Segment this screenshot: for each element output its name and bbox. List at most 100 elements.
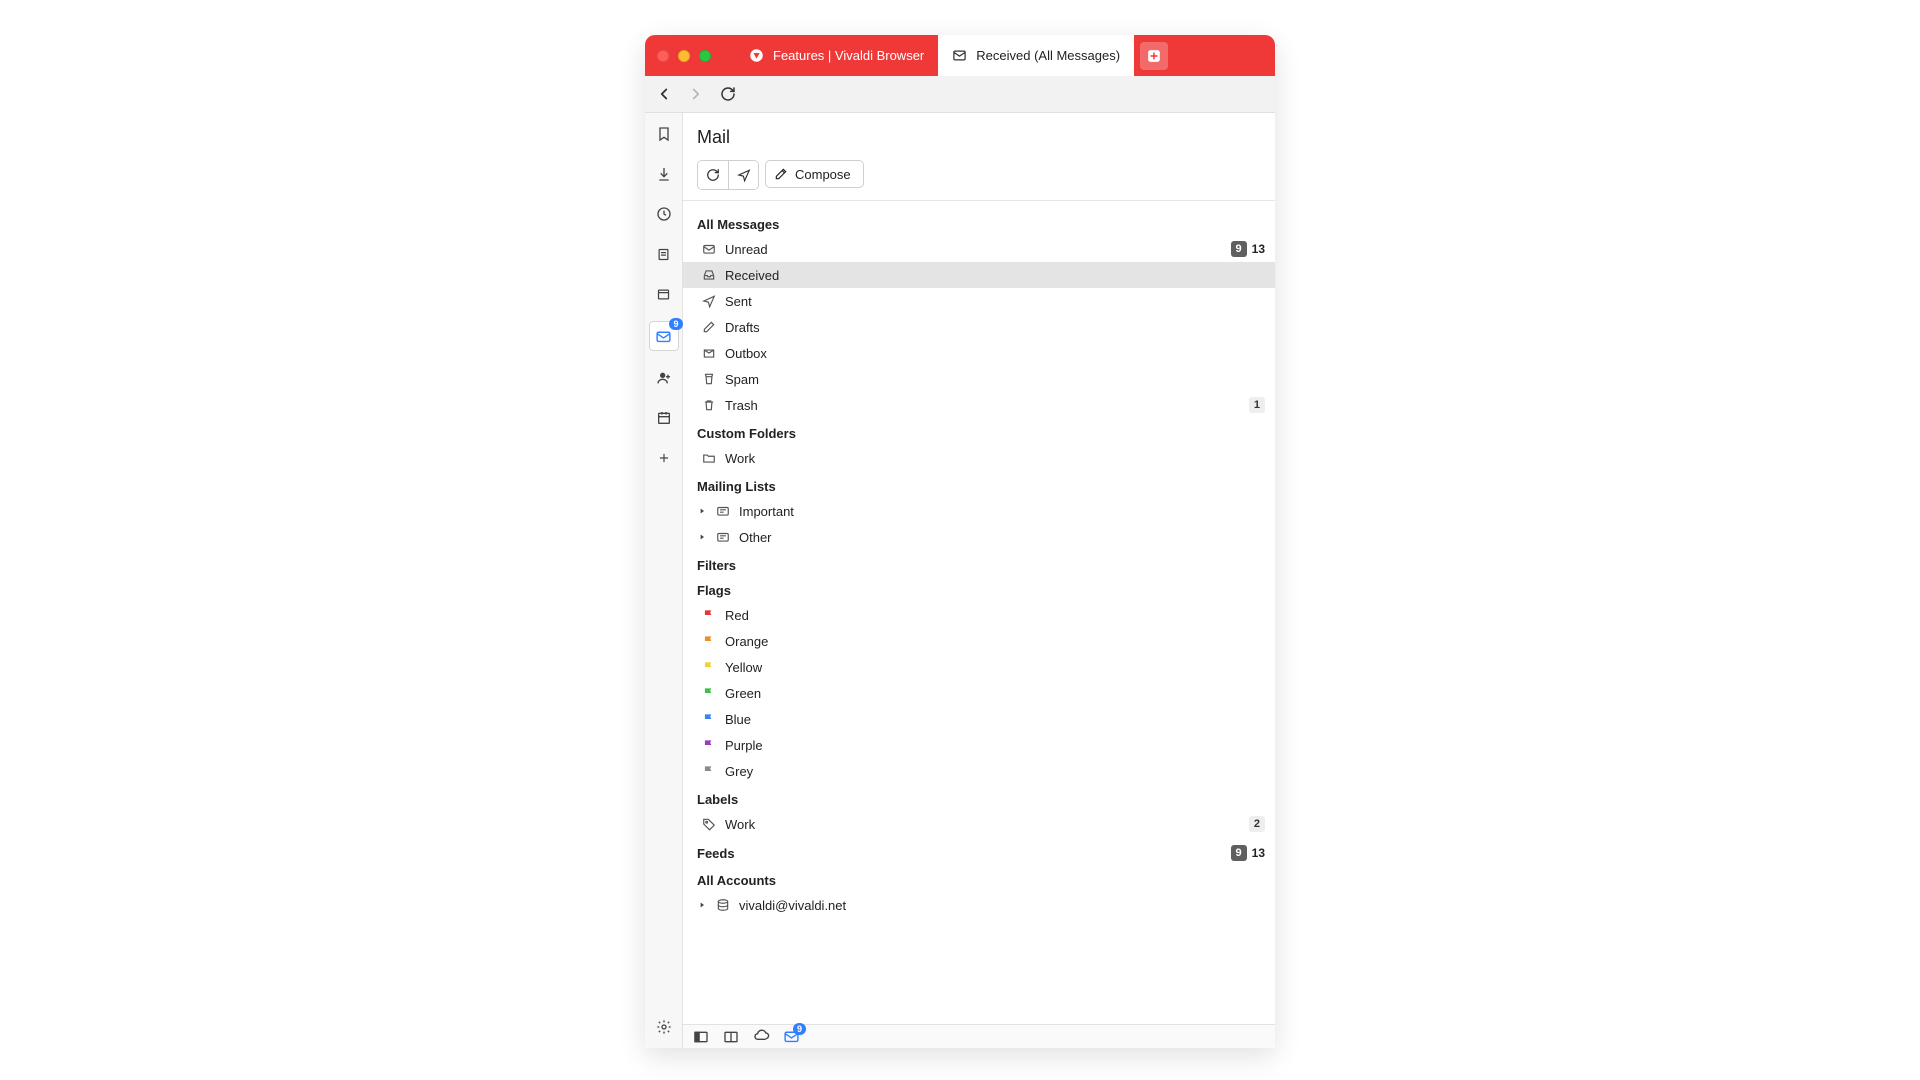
folder-unread[interactable]: Unread 9 13 — [683, 236, 1275, 262]
back-button[interactable] — [653, 83, 675, 105]
folder-label: Outbox — [725, 346, 1265, 361]
history-panel-button[interactable] — [651, 201, 677, 227]
flag-label: Grey — [725, 764, 1265, 779]
flag-label: Orange — [725, 634, 1265, 649]
folder-received[interactable]: Received — [683, 262, 1275, 288]
contacts-panel-button[interactable] — [651, 365, 677, 391]
section-feeds[interactable]: Feeds 9 13 — [683, 837, 1275, 865]
spam-icon — [701, 371, 717, 387]
list-icon — [715, 503, 731, 519]
trash-count-badge: 1 — [1249, 397, 1265, 413]
folder-label: Sent — [725, 294, 1265, 309]
section-feeds-title: Feeds — [697, 846, 1223, 861]
inbox-icon — [701, 267, 717, 283]
folder-spam[interactable]: Spam — [683, 366, 1275, 392]
mail-unread-badge: 9 — [669, 318, 682, 330]
mail-icon — [952, 48, 967, 63]
tab-vivaldi-features[interactable]: Features | Vivaldi Browser — [735, 35, 938, 76]
add-panel-button[interactable] — [651, 445, 677, 471]
outbox-icon — [701, 345, 717, 361]
folder-counts: 9 13 — [1231, 241, 1265, 257]
folder-icon — [701, 450, 717, 466]
flag-yellow[interactable]: Yellow — [683, 654, 1275, 680]
mail-status-button[interactable]: 9 — [781, 1027, 801, 1047]
send-receive-button[interactable] — [728, 161, 758, 189]
expand-caret-icon[interactable] — [697, 507, 707, 515]
nav-toolbar — [645, 76, 1275, 113]
section-flags-title: Flags — [683, 577, 1275, 602]
window-close-button[interactable] — [657, 50, 669, 62]
folder-drafts[interactable]: Drafts — [683, 314, 1275, 340]
window-zoom-button[interactable] — [699, 50, 711, 62]
notes-panel-button[interactable] — [651, 241, 677, 267]
trash-icon — [701, 397, 717, 413]
flag-label: Yellow — [725, 660, 1265, 675]
new-tab-button[interactable] — [1140, 42, 1168, 70]
folder-outbox[interactable]: Outbox — [683, 340, 1275, 366]
flag-label: Green — [725, 686, 1265, 701]
folder-sent[interactable]: Sent — [683, 288, 1275, 314]
mail-tree: All Messages Unread 9 13 Received Sent — [683, 201, 1275, 1024]
folder-label: Drafts — [725, 320, 1265, 335]
mail-status-badge: 9 — [793, 1023, 806, 1035]
folder-trash[interactable]: Trash 1 — [683, 392, 1275, 418]
refresh-mail-button[interactable] — [698, 161, 728, 189]
expand-caret-icon[interactable] — [697, 533, 707, 541]
list-label: Important — [739, 504, 1265, 519]
flag-orange[interactable]: Orange — [683, 628, 1275, 654]
settings-panel-button[interactable] — [651, 1014, 677, 1040]
mailing-list-important[interactable]: Important — [683, 498, 1275, 524]
window-minimize-button[interactable] — [678, 50, 690, 62]
mail-panel-button[interactable]: 9 — [649, 321, 679, 351]
compose-button[interactable]: Compose — [765, 160, 864, 188]
forward-button[interactable] — [685, 83, 707, 105]
folder-label: Received — [725, 268, 1265, 283]
section-labels-title: Labels — [683, 784, 1275, 811]
mail-panel-header: Mail Compose — [683, 113, 1275, 200]
status-bar: 9 — [683, 1024, 1275, 1048]
flag-red[interactable]: Red — [683, 602, 1275, 628]
label-work[interactable]: Work 2 — [683, 811, 1275, 837]
custom-folder-work[interactable]: Work — [683, 445, 1275, 471]
server-icon — [715, 897, 731, 913]
tab-bar: Features | Vivaldi Browser Received (All… — [645, 35, 1275, 76]
drafts-icon — [701, 319, 717, 335]
tiling-button[interactable] — [721, 1027, 741, 1047]
window-panel-button[interactable] — [651, 281, 677, 307]
unread-icon — [701, 241, 717, 257]
section-accounts-title: All Accounts — [683, 865, 1275, 892]
tab-label: Received (All Messages) — [976, 48, 1120, 63]
panel-strip: 9 — [645, 113, 683, 1048]
flag-grey[interactable]: Grey — [683, 758, 1275, 784]
mail-panel: Mail Compose — [683, 113, 1275, 1048]
flag-green[interactable]: Green — [683, 680, 1275, 706]
flag-label: Blue — [725, 712, 1265, 727]
bookmarks-panel-button[interactable] — [651, 121, 677, 147]
mailing-list-other[interactable]: Other — [683, 524, 1275, 550]
folder-label: Spam — [725, 372, 1265, 387]
flag-purple[interactable]: Purple — [683, 732, 1275, 758]
list-icon — [715, 529, 731, 545]
calendar-panel-button[interactable] — [651, 405, 677, 431]
flag-icon — [701, 607, 717, 623]
folder-label: Trash — [725, 398, 1241, 413]
mail-sync-group — [697, 160, 759, 190]
account-label: vivaldi@vivaldi.net — [739, 898, 1265, 913]
account-vivaldi[interactable]: vivaldi@vivaldi.net — [683, 892, 1275, 918]
browser-window: Features | Vivaldi Browser Received (All… — [645, 35, 1275, 1048]
tab-label: Features | Vivaldi Browser — [773, 48, 924, 63]
mail-action-row: Compose — [697, 160, 1261, 190]
tab-mail-received[interactable]: Received (All Messages) — [938, 35, 1134, 76]
flag-icon — [701, 685, 717, 701]
flag-label: Purple — [725, 738, 1265, 753]
reload-button[interactable] — [717, 83, 739, 105]
unread-count-badge: 9 — [1231, 241, 1247, 257]
toggle-panel-button[interactable] — [691, 1027, 711, 1047]
flag-icon — [701, 763, 717, 779]
flag-icon — [701, 659, 717, 675]
flag-blue[interactable]: Blue — [683, 706, 1275, 732]
sync-status-button[interactable] — [751, 1027, 771, 1047]
expand-caret-icon[interactable] — [697, 901, 707, 909]
downloads-panel-button[interactable] — [651, 161, 677, 187]
window-controls — [657, 50, 711, 62]
